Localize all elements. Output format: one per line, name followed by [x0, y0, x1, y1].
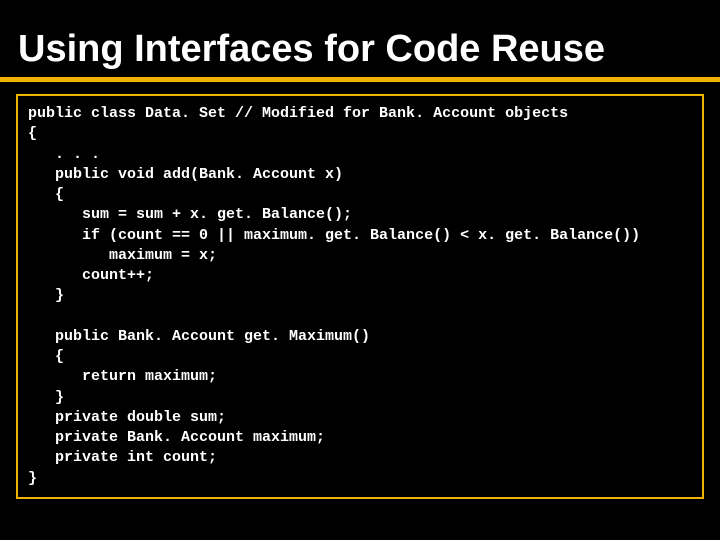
code-block: public class Data. Set // Modified for B… — [28, 104, 692, 489]
slide-title: Using Interfaces for Code Reuse — [0, 0, 720, 75]
title-underline — [0, 77, 720, 82]
code-box: public class Data. Set // Modified for B… — [16, 94, 704, 499]
slide: Using Interfaces for Code Reuse public c… — [0, 0, 720, 540]
